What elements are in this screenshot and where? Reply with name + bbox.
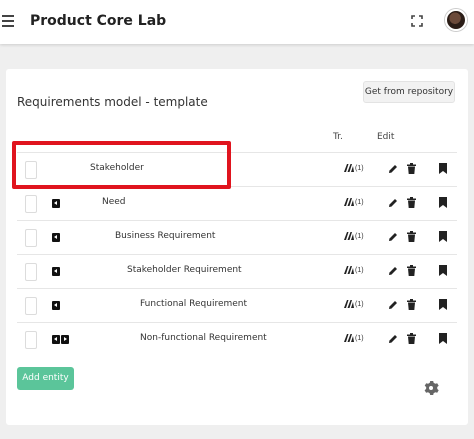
outdent-arrow-icon[interactable] <box>52 267 60 276</box>
trace-count: (1) <box>355 164 364 172</box>
table-row: Need (1) <box>17 186 457 220</box>
trace-link[interactable]: (1) <box>344 266 364 274</box>
requirements-model-card: Requirements model - template Get from r… <box>6 69 468 425</box>
trace-count: (1) <box>355 232 364 240</box>
fullscreen-icon[interactable] <box>411 15 423 27</box>
trace-count: (1) <box>355 300 364 308</box>
pencil-icon[interactable] <box>388 232 398 242</box>
indent-arrow-icon[interactable] <box>61 335 69 344</box>
outdent-arrow-icon[interactable] <box>52 335 60 344</box>
trace-link[interactable]: (1) <box>344 198 364 206</box>
table-row: Business Requirement (1) <box>17 220 457 254</box>
pencil-icon[interactable] <box>388 300 398 310</box>
entity-label: Need <box>102 197 126 207</box>
bookmark-icon[interactable] <box>439 231 447 242</box>
model-title: Requirements model - template <box>17 95 208 109</box>
trace-icon <box>344 266 354 274</box>
pencil-icon[interactable] <box>388 334 398 344</box>
column-header-edit: Edit <box>377 132 395 142</box>
trace-count: (1) <box>355 266 364 274</box>
entity-label: Business Requirement <box>115 231 216 241</box>
trash-icon[interactable] <box>407 299 416 310</box>
trace-link[interactable]: (1) <box>344 334 364 342</box>
indent-controls <box>52 301 60 310</box>
trash-icon[interactable] <box>407 333 416 344</box>
table-row: Non-functional Requirement (1) <box>17 322 457 356</box>
bookmark-icon[interactable] <box>439 163 447 174</box>
entity-label: Stakeholder <box>90 163 144 173</box>
row-checkbox[interactable] <box>25 263 37 281</box>
row-checkbox[interactable] <box>25 331 37 349</box>
column-header-trace: Tr. <box>333 132 343 142</box>
table-row: Stakeholder Requirement (1) <box>17 254 457 288</box>
trash-icon[interactable] <box>407 163 416 174</box>
trace-link[interactable]: (1) <box>344 232 364 240</box>
entity-label: Stakeholder Requirement <box>127 265 242 275</box>
pencil-icon[interactable] <box>388 198 398 208</box>
bookmark-icon[interactable] <box>439 197 447 208</box>
row-checkbox[interactable] <box>25 229 37 247</box>
trace-icon <box>344 198 354 206</box>
trash-icon[interactable] <box>407 265 416 276</box>
hamburger-menu-icon[interactable] <box>2 15 14 27</box>
row-checkbox[interactable] <box>25 195 37 213</box>
bookmark-icon[interactable] <box>439 265 447 276</box>
trace-count: (1) <box>355 198 364 206</box>
row-checkbox[interactable] <box>25 297 37 315</box>
pencil-icon[interactable] <box>388 266 398 276</box>
trace-icon <box>344 164 354 172</box>
trace-link[interactable]: (1) <box>344 300 364 308</box>
gear-icon[interactable] <box>423 380 439 396</box>
trace-count: (1) <box>355 334 364 342</box>
add-entity-button[interactable]: Add entity <box>17 367 74 390</box>
table-row: Functional Requirement (1) <box>17 288 457 322</box>
trace-link[interactable]: (1) <box>344 164 364 172</box>
trash-icon[interactable] <box>407 197 416 208</box>
get-from-repository-button[interactable]: Get from repository <box>363 81 455 103</box>
indent-controls <box>52 233 60 242</box>
entity-label: Non-functional Requirement <box>140 333 267 343</box>
trace-icon <box>344 334 354 342</box>
outdent-arrow-icon[interactable] <box>52 233 60 242</box>
pencil-icon[interactable] <box>388 164 398 174</box>
bookmark-icon[interactable] <box>439 333 447 344</box>
trace-icon <box>344 300 354 308</box>
indent-controls <box>52 267 60 276</box>
bookmark-icon[interactable] <box>439 299 447 310</box>
table-row: Stakeholder (1) <box>17 152 457 186</box>
trace-icon <box>344 232 354 240</box>
outdent-arrow-icon[interactable] <box>52 301 60 310</box>
outdent-arrow-icon[interactable] <box>52 199 60 208</box>
app-title: Product Core Lab <box>30 13 167 29</box>
indent-controls <box>52 199 60 208</box>
indent-controls <box>52 335 69 344</box>
avatar[interactable] <box>445 9 467 31</box>
entity-label: Functional Requirement <box>140 299 248 309</box>
trash-icon[interactable] <box>407 231 416 242</box>
top-bar: Product Core Lab <box>0 0 474 44</box>
row-checkbox[interactable] <box>25 161 37 179</box>
